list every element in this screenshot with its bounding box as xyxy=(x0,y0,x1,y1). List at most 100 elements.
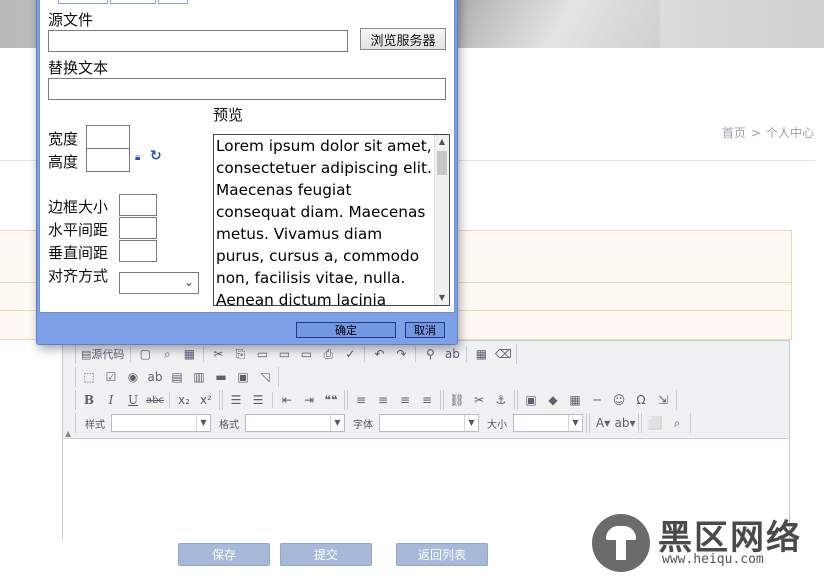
text-color-icon[interactable]: A▾ xyxy=(593,414,613,432)
special-char-icon[interactable]: Ω xyxy=(631,391,651,409)
dialog-tab[interactable] xyxy=(158,0,188,4)
height-input[interactable] xyxy=(86,148,130,172)
bulleted-list-icon[interactable]: ☰ xyxy=(248,391,268,409)
alt-text-label: 替换文本 xyxy=(48,59,109,77)
cancel-button[interactable]: 取消 xyxy=(405,322,445,338)
subscript-button[interactable]: x₂ xyxy=(174,391,194,409)
align-left-icon[interactable]: ≡ xyxy=(351,391,371,409)
preview-icon[interactable]: ⌕ xyxy=(157,345,177,363)
width-label: 宽度 xyxy=(48,130,79,148)
border-size-label: 边框大小 xyxy=(48,198,109,216)
indent-icon[interactable]: ⇥ xyxy=(299,391,319,409)
underline-button[interactable]: U xyxy=(123,391,143,409)
paste-icon[interactable]: ▭ xyxy=(252,345,272,363)
find-icon[interactable]: ⚲ xyxy=(420,345,440,363)
submit-button[interactable]: 提交 xyxy=(280,543,372,566)
select-all-icon[interactable]: ▦ xyxy=(471,345,491,363)
bold-button[interactable]: B xyxy=(79,391,99,409)
redo-icon[interactable]: ↷ xyxy=(391,345,411,363)
alt-text-input[interactable] xyxy=(48,78,446,100)
back-to-list-button[interactable]: 返回列表 xyxy=(396,543,488,566)
align-select[interactable]: ⌄ xyxy=(119,272,199,294)
width-input[interactable] xyxy=(86,125,130,149)
style-select[interactable]: ▼ xyxy=(111,414,211,432)
lock-icon[interactable]: 🔒︎ xyxy=(135,152,140,163)
dialog-tab[interactable] xyxy=(110,0,156,4)
form-icon[interactable]: ⬚ xyxy=(79,368,99,386)
paste-word-icon[interactable]: ▭ xyxy=(296,345,316,363)
breadcrumb-home[interactable]: 首页 xyxy=(722,126,746,140)
templates-icon[interactable]: ▦ xyxy=(179,345,199,363)
select-field-icon[interactable]: ▥ xyxy=(189,368,209,386)
outdent-icon[interactable]: ⇤ xyxy=(277,391,297,409)
font-label: 字体 xyxy=(353,419,373,431)
hspace-input[interactable] xyxy=(119,217,157,239)
scroll-thumb[interactable] xyxy=(437,151,447,175)
bg-color-icon[interactable]: ab▾ xyxy=(615,414,636,432)
dialog-body: 源文件 浏览服务器 替换文本 宽度 高度 🔒︎ ↻ 边框大小 水平间距 垂直间距… xyxy=(39,0,455,313)
copy-icon[interactable]: ⎘ xyxy=(230,345,250,363)
scroll-up-icon[interactable]: ▲ xyxy=(435,135,449,149)
radio-icon[interactable]: ◉ xyxy=(123,368,143,386)
flash-icon[interactable]: ◆ xyxy=(543,391,563,409)
font-select[interactable]: ▼ xyxy=(379,414,479,432)
anchor-icon[interactable]: ⚓ xyxy=(491,391,511,409)
browse-server-button[interactable]: 浏览服务器 xyxy=(360,28,446,50)
checkbox-icon[interactable]: ☑ xyxy=(101,368,121,386)
size-select[interactable]: ▼ xyxy=(513,414,583,432)
button-field-icon[interactable]: ▬ xyxy=(211,368,231,386)
paste-text-icon[interactable]: ▭ xyxy=(274,345,294,363)
superscript-button[interactable]: x² xyxy=(196,391,216,409)
smiley-icon[interactable]: ☺ xyxy=(609,391,629,409)
ok-button[interactable]: 确定 xyxy=(296,322,396,338)
style-label: 样式 xyxy=(85,419,105,431)
link-icon[interactable]: ⛓ xyxy=(447,391,467,409)
italic-button[interactable]: I xyxy=(101,391,121,409)
numbered-list-icon[interactable]: ☰ xyxy=(226,391,246,409)
collapse-toolbar-icon[interactable]: ▲ xyxy=(65,429,71,438)
preview-box[interactable]: Lorem ipsum dolor sit amet, consectetuer… xyxy=(213,134,450,306)
textarea-icon[interactable]: ▤ xyxy=(167,368,187,386)
align-justify-icon[interactable]: ≡ xyxy=(417,391,437,409)
vspace-input[interactable] xyxy=(119,240,157,262)
toolbar-row-2: ⬚ ☑ ◉ ab ▤ ▥ ▬ ▣ ◹ xyxy=(75,366,279,388)
spellcheck-icon[interactable]: ✓ xyxy=(340,345,360,363)
dialog-tab[interactable] xyxy=(58,0,108,4)
align-label: 对齐方式 xyxy=(48,267,109,285)
chevron-down-icon: ⌄ xyxy=(183,275,194,289)
format-select[interactable]: ▼ xyxy=(245,414,345,432)
image-icon[interactable]: ▣ xyxy=(521,391,541,409)
unlink-icon[interactable]: ✂ xyxy=(469,391,489,409)
vspace-label: 垂直间距 xyxy=(48,244,109,262)
align-center-icon[interactable]: ≡ xyxy=(373,391,393,409)
save-button[interactable]: 保存 xyxy=(178,543,270,566)
preview-scrollbar[interactable]: ▲ ▼ xyxy=(434,135,449,305)
strike-button[interactable]: abc xyxy=(145,391,165,409)
breadcrumb-current[interactable]: 个人中心 xyxy=(766,126,814,140)
table-icon[interactable]: ▦ xyxy=(565,391,585,409)
chevron-down-icon: ▼ xyxy=(196,415,210,431)
page-break-icon[interactable]: ⇲ xyxy=(653,391,673,409)
undo-icon[interactable]: ↶ xyxy=(369,345,389,363)
watermark-logo: 黑区网络 www.heiqu.com xyxy=(590,508,820,574)
new-page-icon[interactable]: ▢ xyxy=(135,345,155,363)
replace-icon[interactable]: ab xyxy=(442,345,462,363)
breadcrumb: 首页 > 个人中心 xyxy=(722,124,814,141)
cut-icon[interactable]: ✂ xyxy=(208,345,228,363)
border-size-input[interactable] xyxy=(119,194,157,216)
reset-size-icon[interactable]: ↻ xyxy=(150,148,162,164)
horizontal-rule-icon[interactable]: ─ xyxy=(587,391,607,409)
scroll-down-icon[interactable]: ▼ xyxy=(435,291,449,305)
hidden-field-icon[interactable]: ◹ xyxy=(255,368,275,386)
print-icon[interactable]: ⎙ xyxy=(318,345,338,363)
show-blocks-icon[interactable]: ⌕ xyxy=(667,414,687,432)
align-right-icon[interactable]: ≡ xyxy=(395,391,415,409)
image-button-icon[interactable]: ▣ xyxy=(233,368,253,386)
blockquote-button[interactable]: ❝❝ xyxy=(321,391,341,409)
breadcrumb-separator: > xyxy=(750,126,761,140)
maximize-icon[interactable]: ⬜ xyxy=(645,414,665,432)
remove-format-icon[interactable]: ⌫ xyxy=(493,345,513,363)
source-button[interactable]: ▤ 源代码 xyxy=(79,345,126,363)
textfield-icon[interactable]: ab xyxy=(145,368,165,386)
source-file-input[interactable] xyxy=(48,30,348,52)
